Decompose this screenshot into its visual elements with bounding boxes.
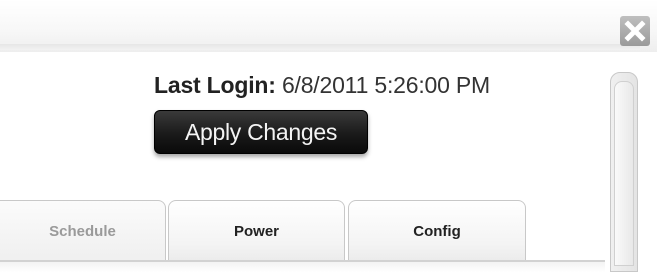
tab-config[interactable]: Config [348,200,526,262]
last-login-value: 6/8/2011 5:26:00 PM [281,72,490,98]
last-login-label: Last Login: [154,72,276,98]
close-icon [624,20,646,42]
apply-changes-button[interactable]: Apply Changes [154,110,368,154]
tab-schedule[interactable]: Schedule [0,200,166,262]
vertical-scrollbar[interactable] [610,72,638,272]
tab-content-top [0,262,605,272]
last-login-status: Last Login: 6/8/2011 5:26:00 PM [154,72,490,99]
scrollbar-thumb[interactable] [614,81,634,266]
title-bar-divider [0,44,640,50]
close-button[interactable] [620,16,650,46]
tab-power[interactable]: Power [168,200,345,262]
